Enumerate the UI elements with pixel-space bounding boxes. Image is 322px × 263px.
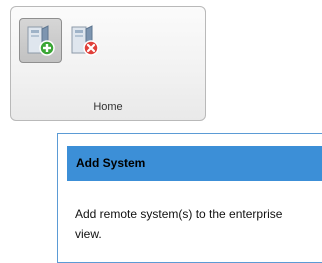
remove-system-icon [71,25,99,56]
add-system-button[interactable] [19,18,62,63]
ribbon-group-label: Home [93,101,123,113]
tooltip-title: Add System [76,156,146,170]
ribbon-group-home: Home [10,6,206,121]
add-system-tooltip: Add System Add remote system(s) to the e… [57,133,322,263]
remove-system-button[interactable] [63,18,106,63]
add-system-icon [27,25,55,56]
tooltip-header: Add System [67,146,322,181]
tooltip-description: Add remote system(s) to the enterprise v… [75,207,283,241]
